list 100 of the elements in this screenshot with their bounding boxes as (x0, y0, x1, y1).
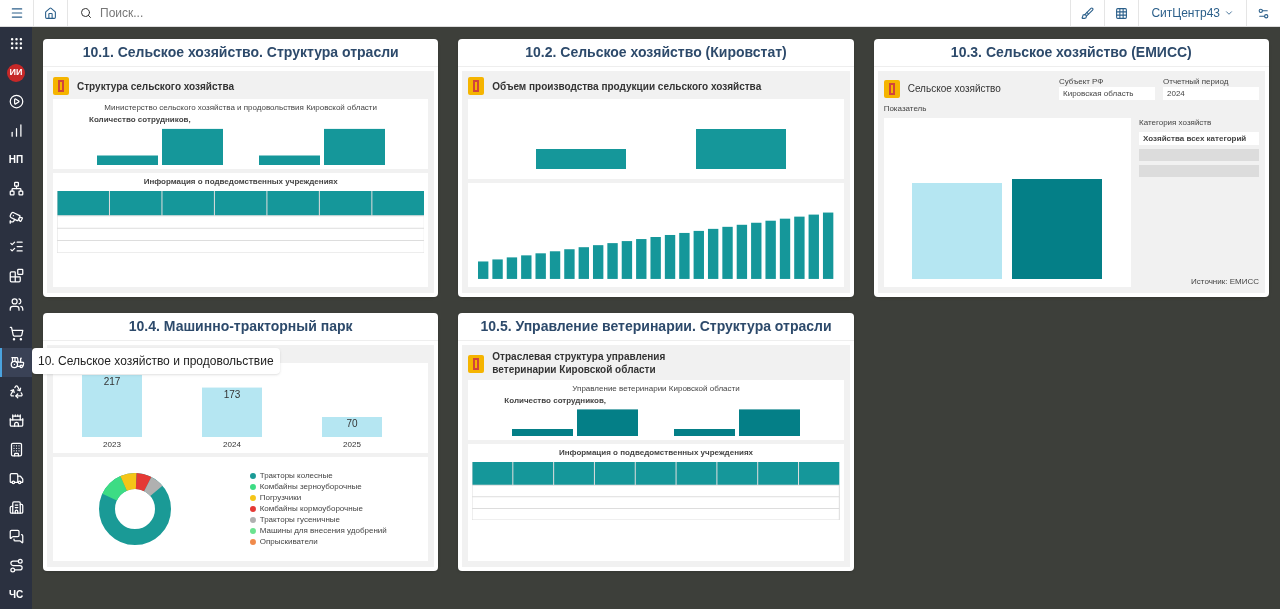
network-icon (8, 181, 24, 196)
panel-title: Министерство сельского хозяйства и продовольствия Кировской области (104, 103, 377, 113)
apps-icon (8, 36, 24, 51)
bar (679, 232, 690, 279)
bar (521, 255, 532, 279)
bar (578, 247, 590, 279)
sidebar-item[interactable]: ИИ (0, 58, 32, 87)
bar (82, 375, 142, 437)
legend-label: Машины для внесения удобрений (259, 526, 387, 536)
tooltip: 10. Сельское хозяйство и продовольствие (32, 348, 280, 374)
dashboard-card[interactable] (458, 313, 854, 571)
bar (535, 253, 547, 279)
brush-button[interactable] (1070, 0, 1105, 26)
menu-icon (9, 6, 24, 20)
filter-select[interactable]: Кировская область (1059, 87, 1155, 100)
search-field[interactable]: Поиск... (68, 0, 1071, 26)
search-icon (80, 7, 92, 19)
menu-button[interactable] (0, 0, 34, 26)
grid-icon (1115, 6, 1129, 20)
bar (478, 261, 489, 279)
dashboard-card[interactable]: 10.2. Сельское хозяйство (Кировстат) Объем производства продукции сельского хозяйства (458, 39, 854, 297)
bar (564, 249, 575, 279)
filter-label: Субъект РФ (1059, 77, 1105, 87)
metric-label: Количество сотрудников, (89, 115, 191, 125)
bar (808, 214, 820, 279)
filter-select[interactable]: Хозяйства всех категорий (1139, 132, 1259, 145)
bar (607, 243, 619, 279)
badge-label: ИИ (7, 63, 25, 82)
metric-label: Количество сотрудников, (504, 396, 606, 406)
people-icon (8, 297, 24, 312)
card-title: 10.4. Машинно-тракторный парк (43, 313, 439, 341)
truck-icon (8, 471, 24, 486)
bar (737, 224, 748, 279)
emblem-icon (53, 77, 69, 95)
emblem-icon (468, 354, 485, 373)
card-title: 10.2. Сельское хозяйство (Кировстат) (458, 39, 854, 67)
dashboard-card[interactable]: 10.3. Сельское хозяйство (ЕМИСС) Сельское хозяйство Субъект РФ Кировская область Отчетный период 2024 Показатель Категория хозяйств Хозяйства всех категорий Источник: ЕМИСС (873, 39, 1269, 297)
axis-label: 2025 (343, 440, 361, 449)
bar (693, 230, 705, 279)
panel-title: Управление ветеринарии Кировской области (572, 384, 740, 394)
dashboard-heading: Структура сельского хозяйства (77, 79, 235, 94)
bar (722, 226, 734, 279)
bar (622, 241, 633, 279)
bar (665, 235, 676, 279)
settings-icon (1257, 6, 1270, 20)
bar (161, 128, 223, 165)
bar (636, 239, 647, 279)
bar (258, 155, 320, 165)
bar (492, 259, 504, 279)
bar-chart-icon (8, 123, 24, 138)
filter-label: Отчетный период (1163, 77, 1230, 87)
play-icon (8, 94, 24, 109)
caret-icon (1224, 8, 1234, 18)
bar (550, 251, 561, 279)
legend-label: Комбайны кормоуборочные (259, 504, 363, 514)
user-menu[interactable]: СитЦентр43 (1138, 0, 1246, 26)
nav-label: НП (8, 153, 24, 167)
bar (780, 218, 791, 279)
grid-button[interactable] (1104, 0, 1139, 26)
emblem-icon (883, 79, 900, 98)
bar (322, 417, 382, 437)
bar (823, 212, 834, 279)
sidebar-item[interactable]: ЧС (0, 580, 32, 609)
bar (765, 220, 777, 279)
bar (650, 237, 662, 279)
brush-icon (1081, 6, 1095, 20)
list-icon (8, 239, 24, 254)
axis-label: 2023 (103, 440, 121, 449)
card-title: 10.3. Сельское хозяйство (ЕМИСС) (873, 39, 1269, 67)
blocks-icon (8, 268, 24, 283)
table-title: Информация о подведомственных учреждениях (558, 448, 753, 458)
settings-button[interactable] (1246, 0, 1280, 26)
dashboard-heading: Объем производства продукции сельского хозяйства (492, 79, 762, 94)
chat-icon (8, 529, 24, 544)
bar (751, 222, 762, 279)
legend-label: Погрузчики (259, 493, 302, 503)
axis-label: 2024 (223, 440, 241, 449)
legend-label: Опрыскиватели (259, 537, 318, 547)
sidebar-item[interactable]: НП (0, 145, 32, 174)
camera-icon (8, 210, 24, 225)
nav-label: ЧС (8, 588, 24, 602)
bar (577, 409, 638, 436)
castle-icon (8, 413, 24, 428)
emblem-icon (468, 77, 485, 95)
filter-select[interactable]: 2024 (1163, 87, 1259, 100)
route-icon (8, 558, 24, 573)
bar (512, 429, 573, 436)
bar (202, 387, 262, 437)
office-icon (8, 500, 24, 515)
dashboard-card[interactable] (43, 39, 439, 297)
bar (708, 228, 719, 279)
source-label: Источник: ЕМИСС (1191, 277, 1259, 287)
home-button[interactable] (34, 0, 68, 26)
field-label: Показатель (883, 104, 928, 114)
search-input[interactable]: Поиск... (100, 4, 1059, 22)
home-icon (44, 6, 57, 20)
dashboard-heading: Отраслевая структура управления ветеринарии Кировской области (492, 351, 667, 376)
bar (794, 216, 805, 279)
tractor-icon (9, 355, 25, 370)
recycle-icon (8, 384, 24, 399)
